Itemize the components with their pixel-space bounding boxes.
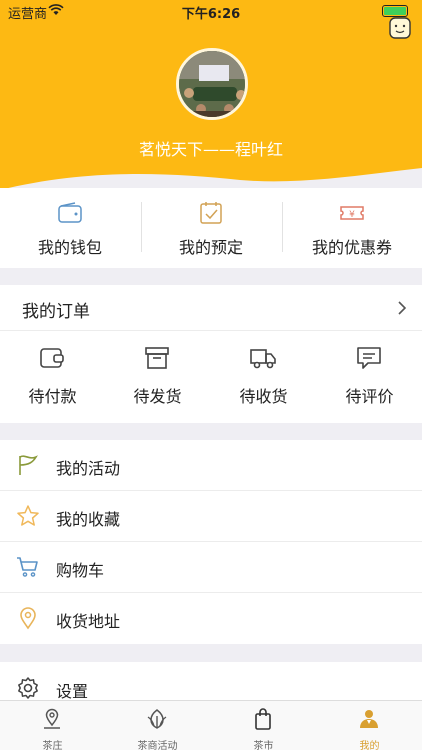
wallet-bar: 我的钱包 我的预定 ¥ 我的优惠券 <box>0 188 422 268</box>
tab-mine[interactable]: 我的 <box>317 701 422 750</box>
tab-tea-house[interactable]: 茶庄 <box>0 701 105 750</box>
shipping-address-item[interactable]: 收货地址 <box>0 593 422 644</box>
pending-payment-label: 待付款 <box>28 387 77 406</box>
my-wallet-button[interactable]: 我的钱包 <box>0 188 140 268</box>
svg-text:¥: ¥ <box>349 210 355 220</box>
tab-tea-market[interactable]: 茶市 <box>211 701 316 750</box>
shipping-address-label: 收货地址 <box>56 612 121 631</box>
tab-merchant-events-label: 茶商活动 <box>137 741 178 750</box>
orders-panel: 我的订单 待付款 待发货 待收货 待评价 <box>0 285 422 423</box>
pending-receipt-label: 待收货 <box>239 387 288 406</box>
user-nickname: 茗悦天下——程叶红 <box>138 140 283 159</box>
my-activities-item[interactable]: 我的活动 <box>0 440 422 491</box>
wallet-outline-icon <box>40 348 64 368</box>
leaf-icon <box>147 709 167 729</box>
flag-icon <box>19 455 38 475</box>
truck-icon <box>250 349 276 369</box>
tab-merchant-events[interactable]: 茶商活动 <box>105 701 210 750</box>
pending-review-button[interactable]: 待评价 <box>317 331 422 423</box>
user-icon <box>360 710 378 728</box>
pending-review-label: 待评价 <box>345 387 394 406</box>
mascot-icon[interactable] <box>380 14 414 42</box>
battery-icon <box>382 5 408 17</box>
pending-shipment-label: 待发货 <box>133 387 182 406</box>
comment-icon <box>357 347 381 369</box>
tab-tea-house-label: 茶庄 <box>42 741 63 750</box>
settings-label: 设置 <box>56 682 89 701</box>
chevron-right-icon <box>398 301 406 315</box>
status-time: 下午6:26 <box>181 7 241 22</box>
pending-shipment-button[interactable]: 待发货 <box>105 331 210 423</box>
my-wallet-label: 我的钱包 <box>37 238 102 257</box>
shopping-cart-item[interactable]: 购物车 <box>0 542 422 593</box>
pending-receipt-button[interactable]: 待收货 <box>211 331 316 423</box>
menu-list: 我的活动 我的收藏 购物车 收货地址 <box>0 440 422 644</box>
cart-icon <box>17 557 38 577</box>
calendar-check-icon <box>200 202 222 224</box>
pending-payment-button[interactable]: 待付款 <box>0 331 105 423</box>
tab-mine-label: 我的 <box>359 741 380 750</box>
profile-header: 运营商 下午6:26 茗悦天下——程叶红 <box>0 0 422 200</box>
shopping-bag-icon <box>255 708 271 730</box>
my-orders-title: 我的订单 <box>22 302 90 322</box>
my-orders-row[interactable]: 我的订单 <box>0 285 422 331</box>
star-icon <box>17 505 39 526</box>
my-coupons-label: 我的优惠券 <box>311 238 392 257</box>
my-favorites-item[interactable]: 我的收藏 <box>0 491 422 542</box>
shopping-cart-label: 购物车 <box>56 561 105 580</box>
wallet-icon <box>58 202 82 223</box>
box-icon <box>145 347 169 369</box>
location-pin-icon <box>20 607 36 630</box>
my-favorites-label: 我的收藏 <box>56 510 121 529</box>
my-reservation-label: 我的预定 <box>178 238 243 257</box>
my-activities-label: 我的活动 <box>56 459 121 478</box>
map-pin-icon <box>44 708 60 729</box>
avatar[interactable] <box>176 48 248 120</box>
my-coupons-button[interactable]: ¥ 我的优惠券 <box>282 188 422 268</box>
my-reservation-button[interactable]: 我的预定 <box>141 188 281 268</box>
tab-bar: 茶庄 茶商活动 茶市 我的 <box>0 700 422 750</box>
coupon-icon: ¥ <box>340 206 364 220</box>
tab-tea-market-label: 茶市 <box>253 741 274 750</box>
status-bar: 运营商 下午6:26 <box>0 0 422 24</box>
gear-icon <box>18 677 38 699</box>
